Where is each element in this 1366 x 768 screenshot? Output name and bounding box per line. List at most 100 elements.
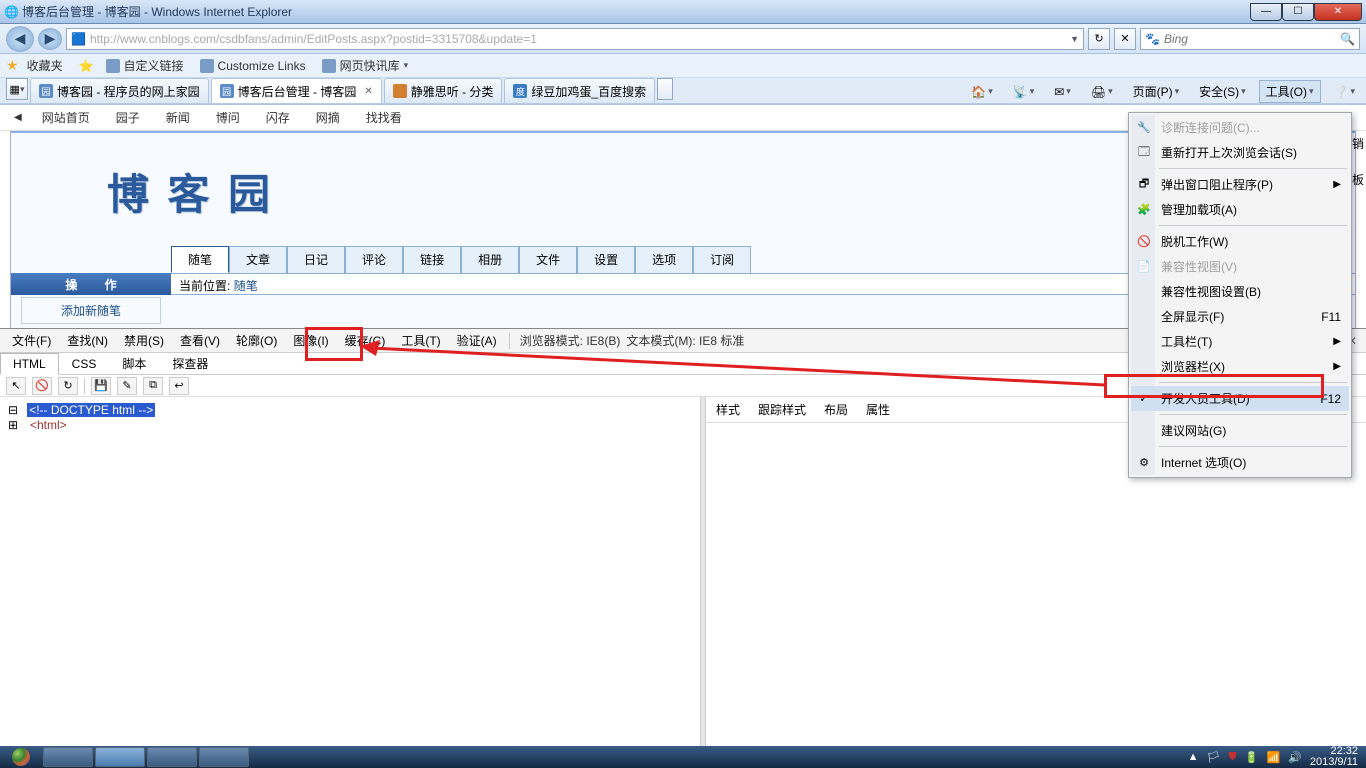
menu-item[interactable]: ⚙Internet 选项(O) [1131,450,1349,475]
menu-item[interactable]: 🚫脱机工作(W) [1131,229,1349,254]
wordwrap-button[interactable]: ↩ [169,377,189,395]
dev-menu-disable[interactable]: 禁用(S) [116,328,172,353]
add-post-link[interactable]: 添加新随笔 [21,297,161,324]
menu-item[interactable]: 🗗弹出窗口阻止程序(P)▶ [1131,172,1349,197]
taskbar-item[interactable] [199,747,249,767]
back-button[interactable]: ◀ [6,26,34,52]
admin-tab-3[interactable]: 评论 [345,246,403,273]
tab-2[interactable]: 静雅思听 - 分类 [384,78,503,103]
toggle-button-1[interactable]: ✎ [117,377,137,395]
favorites-label[interactable]: 收藏夹 [27,57,63,74]
taskbar-item-ie[interactable] [95,747,145,767]
tools-menu[interactable]: 工具(O)▾ [1259,80,1321,103]
clock[interactable]: 22:32 2013/9/11 [1310,746,1358,768]
proptab-style[interactable]: 样式 [716,401,740,418]
stop-button[interactable]: ✕ [1114,28,1136,50]
devtools-tab-css[interactable]: CSS [59,353,110,375]
select-element-button[interactable]: ↖ [6,377,26,395]
site-nav-1[interactable]: 园子 [110,107,146,128]
system-tray[interactable]: ▲ 🏳 ⛊ 🔋 📶 🔊 22:32 2013/9/11 [1188,746,1366,768]
dev-menu-outline[interactable]: 轮廓(O) [228,328,285,353]
admin-tab-6[interactable]: 文件 [519,246,577,273]
site-nav-6[interactable]: 找找看 [360,107,408,128]
admin-tab-9[interactable]: 订阅 [693,246,751,273]
safety-menu[interactable]: 安全(S)▾ [1192,80,1253,103]
dom-tree-panel[interactable]: ⊟ <!-- DOCTYPE html --> ⊞ <html> [0,397,700,746]
expand-toggle-icon[interactable]: ⊞ [8,418,20,432]
toggle-button-2[interactable]: ⧉ [143,377,163,395]
html-node[interactable]: <html> [30,418,67,432]
forward-button[interactable]: ▶ [38,28,62,50]
admin-tab-0[interactable]: 随笔 [171,246,229,273]
favorite-link-2[interactable]: 网页快讯库▾ [318,55,413,76]
expand-toggle-icon[interactable]: ⊟ [8,403,20,417]
location-link[interactable]: 随笔 [234,279,258,293]
proptab-layout[interactable]: 布局 [824,401,848,418]
quick-tabs-button[interactable]: ▦▾ [6,78,28,100]
add-favorite-icon[interactable]: ⭐ [79,59,94,73]
chevron-left-icon[interactable]: ◀ [14,112,22,123]
admin-tab-7[interactable]: 设置 [577,246,635,273]
favorite-link-0[interactable]: 自定义链接 [102,55,188,76]
close-button[interactable]: ✕ [1314,3,1362,21]
save-button[interactable]: 💾 [91,377,111,395]
admin-tab-2[interactable]: 日记 [287,246,345,273]
menu-item[interactable]: 全屏显示(F)F11 [1131,304,1349,329]
menu-item[interactable]: 建议网站(G) [1131,418,1349,443]
network-icon[interactable]: 📶 [1266,751,1280,764]
menu-item[interactable]: 工具栏(T)▶ [1131,329,1349,354]
battery-icon[interactable]: 🔋 [1245,751,1259,764]
favorite-link-1[interactable]: Customize Links [196,57,310,75]
doctype-node[interactable]: <!-- DOCTYPE html --> [27,403,155,417]
tab-close-icon[interactable]: ✕ [364,86,372,97]
proptab-trace[interactable]: 跟踪样式 [758,401,806,418]
clear-cache-button[interactable]: 🚫 [32,377,52,395]
maximize-button[interactable]: ☐ [1282,3,1314,21]
tab-1[interactable]: 园博客后台管理 - 博客园✕ [211,78,382,103]
mail-button[interactable]: ✉▾ [1047,82,1078,102]
page-menu[interactable]: 页面(P)▾ [1126,80,1187,103]
tab-0[interactable]: 园博客园 - 程序员的网上家园 [30,78,209,103]
new-tab-button[interactable] [657,78,673,100]
favorites-star-icon[interactable]: ★ [6,57,19,74]
dev-menu-view[interactable]: 查看(V) [172,328,228,353]
tab-3[interactable]: 度绿豆加鸡蛋_百度搜索 [504,78,655,103]
site-nav-3[interactable]: 博问 [210,107,246,128]
minimize-button[interactable]: — [1250,3,1282,21]
taskbar-item[interactable] [43,747,93,767]
taskbar-item[interactable] [147,747,197,767]
proptab-attrs[interactable]: 属性 [866,401,890,418]
site-nav-5[interactable]: 网摘 [310,107,346,128]
start-button[interactable] [0,746,42,768]
site-nav-4[interactable]: 闪存 [260,107,296,128]
home-button[interactable]: 🏠▾ [964,82,999,102]
admin-tab-8[interactable]: 选项 [635,246,693,273]
action-center-icon[interactable]: 🏳 [1207,751,1221,764]
address-bar[interactable]: 🟦 ▼ [66,28,1084,50]
tray-icon[interactable]: ⛊ [1229,751,1237,764]
devtools-tab-script[interactable]: 脚本 [109,351,159,376]
site-nav-0[interactable]: 网站首页 [36,107,96,128]
site-nav-2[interactable]: 新闻 [160,107,196,128]
tray-overflow-icon[interactable]: ▲ [1188,751,1199,763]
help-button[interactable]: ❔▾ [1327,82,1362,102]
refresh-tree-button[interactable]: ↻ [58,377,78,395]
url-input[interactable] [90,32,1066,46]
menu-item[interactable]: 🧩管理加载项(A) [1131,197,1349,222]
url-dropdown[interactable]: ▼ [1070,34,1079,44]
search-go-icon[interactable]: 🔍 [1340,32,1355,46]
admin-tab-1[interactable]: 文章 [229,246,287,273]
volume-icon[interactable]: 🔊 [1288,751,1302,764]
search-input[interactable] [1164,32,1336,46]
admin-tab-4[interactable]: 链接 [403,246,461,273]
dev-menu-find[interactable]: 查找(N) [59,328,116,353]
devtools-tab-html[interactable]: HTML [0,353,59,375]
devtools-tab-profiler[interactable]: 探查器 [159,351,221,376]
search-box[interactable]: 🐾 🔍 [1140,28,1360,50]
feeds-button[interactable]: 📡▾ [1006,82,1041,102]
admin-tab-5[interactable]: 相册 [461,246,519,273]
menu-item[interactable]: 兼容性视图设置(B) [1131,279,1349,304]
dev-menu-file[interactable]: 文件(F) [4,328,59,353]
menu-item[interactable]: 🗔重新打开上次浏览会话(S) [1131,140,1349,165]
refresh-button[interactable]: ↻ [1088,28,1110,50]
